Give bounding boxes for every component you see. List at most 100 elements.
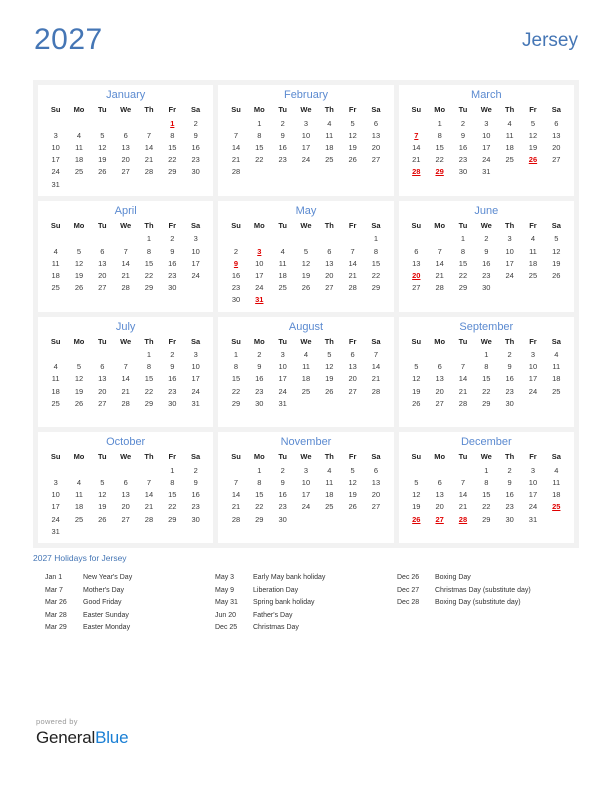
day-cell[interactable]: 6 [364, 117, 387, 129]
day-cell[interactable]: 13 [341, 361, 364, 373]
day-cell[interactable]: 18 [521, 257, 544, 269]
day-cell[interactable]: 5 [341, 464, 364, 476]
day-cell[interactable]: 23 [161, 269, 184, 281]
day-cell[interactable]: 4 [545, 464, 568, 476]
day-cell[interactable]: 29 [475, 513, 498, 525]
day-cell[interactable]: 16 [498, 373, 521, 385]
day-cell[interactable]: 2 [451, 117, 474, 129]
day-cell[interactable]: 4 [318, 117, 341, 129]
day-cell-holiday[interactable]: 31 [248, 294, 271, 306]
day-cell[interactable]: 6 [405, 245, 428, 257]
day-cell[interactable]: 2 [248, 349, 271, 361]
day-cell[interactable]: 22 [248, 501, 271, 513]
day-cell[interactable]: 4 [294, 349, 317, 361]
day-cell[interactable]: 10 [184, 245, 207, 257]
day-cell[interactable]: 30 [184, 166, 207, 178]
day-cell[interactable]: 9 [161, 245, 184, 257]
day-cell[interactable]: 15 [137, 373, 160, 385]
day-cell[interactable]: 31 [521, 513, 544, 525]
day-cell[interactable]: 11 [44, 257, 67, 269]
day-cell[interactable]: 19 [405, 385, 428, 397]
day-cell[interactable]: 11 [67, 489, 90, 501]
day-cell[interactable]: 29 [137, 397, 160, 409]
day-cell[interactable]: 1 [475, 464, 498, 476]
day-cell[interactable]: 15 [161, 141, 184, 153]
day-cell[interactable]: 6 [364, 464, 387, 476]
day-cell[interactable]: 18 [44, 269, 67, 281]
day-cell[interactable]: 8 [475, 361, 498, 373]
day-cell[interactable]: 4 [545, 349, 568, 361]
day-cell[interactable]: 8 [161, 476, 184, 488]
day-cell[interactable]: 31 [44, 178, 67, 190]
day-cell[interactable]: 18 [67, 501, 90, 513]
day-cell[interactable]: 28 [114, 397, 137, 409]
day-cell[interactable]: 12 [318, 361, 341, 373]
day-cell[interactable]: 30 [224, 294, 247, 306]
day-cell[interactable]: 10 [184, 361, 207, 373]
day-cell[interactable]: 21 [364, 373, 387, 385]
day-cell[interactable]: 15 [248, 141, 271, 153]
day-cell[interactable]: 19 [341, 141, 364, 153]
day-cell[interactable]: 19 [341, 489, 364, 501]
day-cell[interactable]: 26 [318, 385, 341, 397]
day-cell[interactable]: 26 [91, 166, 114, 178]
day-cell[interactable]: 5 [405, 361, 428, 373]
day-cell[interactable]: 5 [545, 233, 568, 245]
day-cell[interactable]: 18 [498, 141, 521, 153]
day-cell[interactable]: 28 [364, 385, 387, 397]
day-cell[interactable]: 2 [271, 117, 294, 129]
day-cell[interactable]: 14 [451, 373, 474, 385]
day-cell[interactable]: 21 [114, 385, 137, 397]
day-cell[interactable]: 16 [475, 257, 498, 269]
day-cell[interactable]: 4 [271, 245, 294, 257]
day-cell[interactable]: 18 [67, 154, 90, 166]
day-cell[interactable]: 26 [91, 513, 114, 525]
day-cell[interactable]: 23 [161, 385, 184, 397]
day-cell-holiday[interactable]: 27 [428, 513, 451, 525]
day-cell[interactable]: 3 [44, 476, 67, 488]
day-cell[interactable]: 5 [91, 476, 114, 488]
day-cell[interactable]: 13 [91, 373, 114, 385]
day-cell[interactable]: 5 [341, 117, 364, 129]
day-cell[interactable]: 30 [451, 166, 474, 178]
day-cell[interactable]: 4 [44, 361, 67, 373]
day-cell[interactable]: 23 [184, 501, 207, 513]
day-cell[interactable]: 12 [405, 373, 428, 385]
day-cell[interactable]: 14 [224, 489, 247, 501]
day-cell[interactable]: 12 [341, 476, 364, 488]
day-cell-holiday[interactable]: 20 [405, 269, 428, 281]
day-cell[interactable]: 11 [318, 476, 341, 488]
day-cell[interactable]: 3 [271, 349, 294, 361]
day-cell[interactable]: 8 [161, 129, 184, 141]
day-cell[interactable]: 14 [364, 361, 387, 373]
day-cell[interactable]: 9 [184, 476, 207, 488]
day-cell[interactable]: 18 [545, 373, 568, 385]
day-cell[interactable]: 20 [114, 154, 137, 166]
day-cell[interactable]: 15 [428, 141, 451, 153]
day-cell[interactable]: 10 [475, 129, 498, 141]
day-cell[interactable]: 24 [271, 385, 294, 397]
day-cell[interactable]: 15 [475, 373, 498, 385]
day-cell[interactable]: 3 [184, 233, 207, 245]
day-cell[interactable]: 28 [451, 397, 474, 409]
day-cell[interactable]: 7 [341, 245, 364, 257]
day-cell[interactable]: 4 [318, 464, 341, 476]
day-cell[interactable]: 22 [451, 269, 474, 281]
day-cell[interactable]: 25 [294, 385, 317, 397]
day-cell[interactable]: 22 [161, 501, 184, 513]
day-cell[interactable]: 25 [271, 282, 294, 294]
day-cell[interactable]: 24 [184, 269, 207, 281]
day-cell[interactable]: 3 [475, 117, 498, 129]
day-cell[interactable]: 18 [545, 489, 568, 501]
day-cell[interactable]: 1 [137, 349, 160, 361]
day-cell[interactable]: 18 [294, 373, 317, 385]
day-cell[interactable]: 12 [521, 129, 544, 141]
day-cell[interactable]: 12 [91, 489, 114, 501]
day-cell[interactable]: 14 [224, 141, 247, 153]
day-cell[interactable]: 3 [294, 117, 317, 129]
day-cell[interactable]: 9 [475, 245, 498, 257]
day-cell[interactable]: 27 [364, 154, 387, 166]
day-cell[interactable]: 23 [271, 501, 294, 513]
day-cell[interactable]: 10 [271, 361, 294, 373]
day-cell[interactable]: 24 [184, 385, 207, 397]
